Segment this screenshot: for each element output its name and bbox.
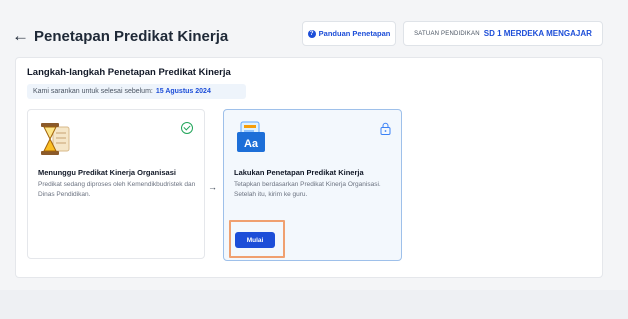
guide-button[interactable]: ? Panduan Penetapan: [302, 21, 396, 46]
deadline-text: Kami sarankan untuk selesai sebelum:: [33, 88, 153, 95]
arrow-left-icon[interactable]: ←: [12, 27, 29, 44]
step-1-title: Menunggu Predikat Kinerja Organisasi: [38, 168, 176, 177]
step-1-description: Predikat sedang diproses oleh Kemendikbu…: [38, 181, 196, 198]
bottom-strip: [0, 290, 628, 319]
hourglass-icon: [41, 123, 70, 155]
check-circle-icon: [181, 122, 193, 134]
school-name: SD 1 MERDEKA MENGAJAR: [483, 29, 592, 38]
guide-button-label: Panduan Penetapan: [318, 29, 391, 38]
deadline-banner: Kami sarankan untuk selesai sebelum: 15 …: [27, 84, 246, 99]
school-badge: SATUAN PENDIDIKAN SD 1 MERDEKA MENGAJAR: [403, 21, 603, 46]
school-label: SATUAN PENDIDIKAN: [414, 30, 480, 37]
lock-icon: [380, 122, 391, 135]
deadline-date: 15 Agustus 2024: [155, 88, 211, 95]
question-circle-icon: ?: [307, 29, 316, 38]
start-button-highlight: Mulai: [229, 220, 285, 258]
arrow-right-icon: →: [208, 182, 217, 192]
step-card-waiting: Menunggu Predikat Kinerja Organisasi Pre…: [27, 109, 205, 259]
step-card-determine: Aa Lakukan Penetapan Predikat Kinerja Te…: [223, 109, 402, 261]
steps-panel: Langkah-langkah Penetapan Predikat Kiner…: [15, 57, 603, 278]
page-title: Penetapan Predikat Kinerja: [34, 28, 229, 45]
step-2-title: Lakukan Penetapan Predikat Kinerja: [234, 168, 364, 177]
svg-text:Aa: Aa: [244, 138, 259, 150]
start-button[interactable]: Mulai: [235, 232, 275, 248]
steps-title: Langkah-langkah Penetapan Predikat Kiner…: [27, 67, 231, 78]
step-2-description: Tetapkan berdasarkan Predikat Kinerja Or…: [234, 181, 381, 198]
document-font-icon: Aa: [237, 121, 265, 152]
top-bar: ← Penetapan Predikat Kinerja ? Panduan P…: [0, 0, 628, 56]
